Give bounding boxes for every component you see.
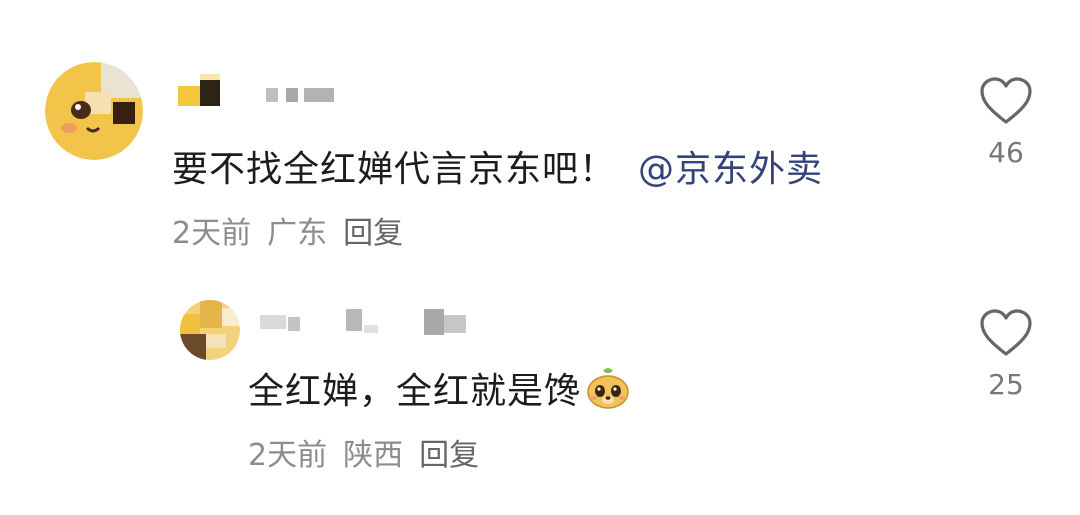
heart-icon[interactable] bbox=[979, 76, 1033, 126]
comment-body: 要不找全红婵代言京东吧！ bbox=[172, 149, 617, 190]
username-blurred[interactable] bbox=[258, 305, 498, 341]
avatar[interactable] bbox=[45, 62, 143, 160]
like-count: 25 bbox=[988, 368, 1024, 401]
heart-icon[interactable] bbox=[979, 308, 1033, 358]
puppy-emoji bbox=[585, 365, 631, 418]
like-button[interactable]: 46 bbox=[976, 76, 1036, 169]
mention-link[interactable]: @京东外卖 bbox=[638, 149, 823, 190]
comment-location: 陕西 bbox=[343, 438, 404, 473]
comment-text: 要不找全红婵代言京东吧！ @京东外卖 bbox=[172, 140, 823, 192]
comment-meta: 2天前 陕西 回复 bbox=[248, 430, 495, 474]
comment-meta: 2天前 广东 回复 bbox=[172, 208, 419, 252]
comment-body: 全红婵，全红就是馋 bbox=[248, 371, 582, 412]
username-blurred[interactable] bbox=[178, 74, 348, 114]
comment-location: 广东 bbox=[267, 216, 328, 251]
comment-time: 2天前 bbox=[248, 438, 328, 473]
comment-time: 2天前 bbox=[172, 216, 252, 251]
like-button[interactable]: 25 bbox=[976, 308, 1036, 401]
like-count: 46 bbox=[988, 136, 1024, 169]
avatar[interactable] bbox=[180, 300, 240, 360]
reply-button[interactable]: 回复 bbox=[343, 216, 403, 251]
reply-button[interactable]: 回复 bbox=[419, 438, 479, 473]
comment-text: 全红婵，全红就是馋 bbox=[248, 362, 631, 418]
